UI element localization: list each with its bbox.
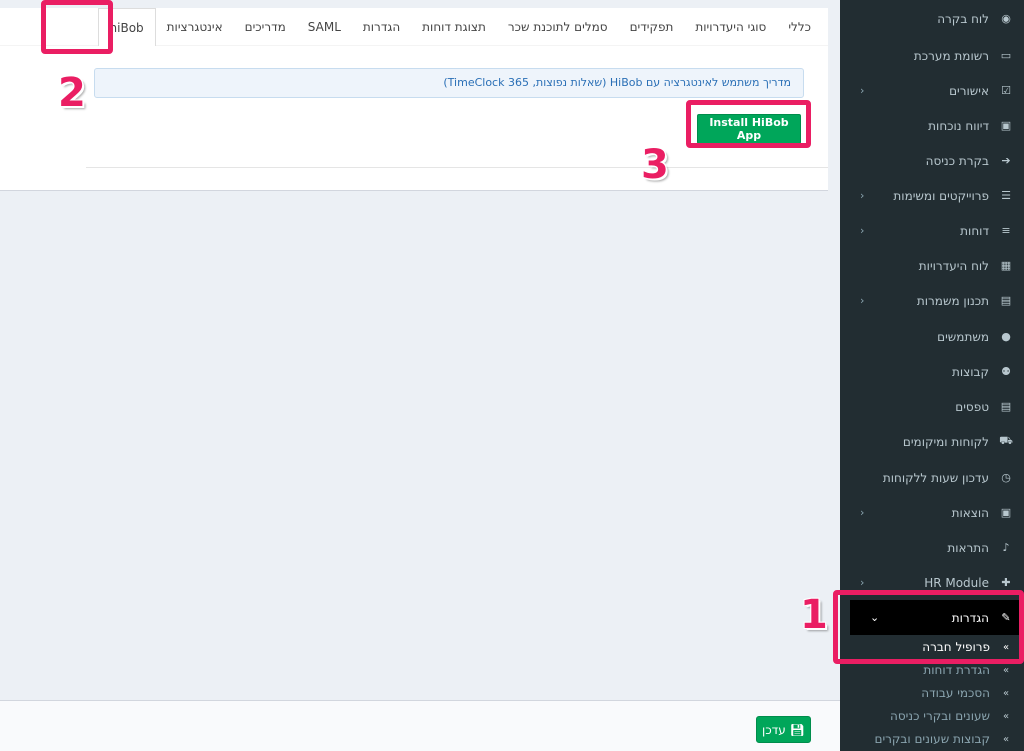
sidebar-item-label: טפסים <box>955 399 989 414</box>
sidebar-item-1[interactable]: ▭ רשומת מערכת <box>840 38 1024 73</box>
tab-4[interactable]: תצוגת דוחות <box>411 8 497 46</box>
sidebar-item-label: תכנון משמרות <box>916 293 989 308</box>
cart-icon: ⛟ <box>999 434 1013 447</box>
annotation-number-3: 3 <box>641 142 669 188</box>
sidebar-item-0[interactable]: ◉ לוח בקרה <box>840 1 1024 36</box>
divider <box>86 167 828 168</box>
tab-2[interactable]: תפקידים <box>619 8 685 46</box>
double-chevron-icon: » <box>1002 733 1010 745</box>
sidebar-item-label: HR Module <box>924 575 989 590</box>
sidebar-item-label: לוח בקרה <box>937 11 989 26</box>
annotation-highlight-hibob-tab <box>41 0 113 54</box>
settings-tabs: כללי סוגי היעדרויות תפקידים סמלים לתוכנת שכ… <box>0 7 828 46</box>
double-chevron-icon: » <box>1002 687 1010 699</box>
sidebar-item-15[interactable]: ♪ התראות <box>840 530 1024 565</box>
tab-0[interactable]: כללי <box>777 8 822 46</box>
sidebar-subitem-4[interactable]: » קבוצות שעונים ובקרים <box>840 728 1024 750</box>
sidebar-item-label: לוח היעדרויות <box>918 258 989 273</box>
sidebar-item-10[interactable]: ⚉ קבוצות <box>840 354 1024 389</box>
hibob-guide-link[interactable]: מדריך משתמש לאינטגרציה עם HiBob (שאלות נ… <box>94 68 804 98</box>
tab-8[interactable]: אינטגרציות <box>156 8 234 46</box>
sidebar-item-label: עדכון שעות ללקוחות <box>882 470 989 485</box>
sidebar-item-label: רשומת מערכת <box>913 48 989 63</box>
double-chevron-icon: » <box>1002 710 1010 722</box>
chevron-left-icon: ‹ <box>860 506 865 519</box>
sidebar-item-label: התראות <box>947 540 989 555</box>
table-icon: ▤ <box>1000 294 1012 307</box>
sidebar-item-label: פרוייקטים ומשימות <box>893 188 989 203</box>
sidebar-item-7[interactable]: ▦ לוח היעדרויות <box>840 248 1024 283</box>
sidebar-subitem-label: שעונים ובקרי כניסה <box>889 709 990 723</box>
tab-1[interactable]: סוגי היעדרויות <box>684 8 777 46</box>
annotation-highlight-install-button <box>686 100 811 148</box>
sidebar-item-label: הוצאות <box>951 505 989 520</box>
annotation-number-1: 1 <box>800 592 828 638</box>
chevron-left-icon: ‹ <box>860 576 865 589</box>
tab-5[interactable]: הגדרות <box>352 8 411 46</box>
double-chevron-icon: » <box>1002 664 1010 676</box>
sidebar-item-8[interactable]: ▤ תכנון משמרות ‹ <box>840 283 1024 318</box>
clock-icon: ◷ <box>1001 471 1011 484</box>
user-icon: ● <box>1001 330 1011 343</box>
save-icon: 💾︎ <box>789 722 805 737</box>
sidebar-item-2[interactable]: ☑ אישורים ‹ <box>840 73 1024 108</box>
bell-icon: ♪ <box>1002 541 1010 554</box>
update-button-label: עדכן <box>762 722 786 737</box>
sidebar-item-13[interactable]: ◷ עדכון שעות ללקוחות <box>840 460 1024 495</box>
sidebar-item-3[interactable]: ▣ דיווח נוכחות <box>840 108 1024 143</box>
sidebar-item-12[interactable]: ⛟ לקוחות ומיקומים <box>840 424 1024 459</box>
sidebar-item-6[interactable]: ≡ דוחות ‹ <box>840 213 1024 248</box>
sidebar-subitem-label: הסכמי עבודה <box>921 686 990 700</box>
user-plus-icon: ✚ <box>1001 576 1011 589</box>
sidebar-subitem-label: קבוצות שעונים ובקרים <box>874 732 991 746</box>
chevron-left-icon: ‹ <box>860 189 865 202</box>
money-icon: ▣ <box>1000 506 1012 519</box>
sidebar-item-9[interactable]: ● משתמשים <box>840 319 1024 354</box>
sidebar-item-5[interactable]: ☰ פרוייקטים ומשימות ‹ <box>840 178 1024 213</box>
file-icon: ▤ <box>1000 400 1012 413</box>
chevron-left-icon: ‹ <box>860 84 865 97</box>
chevron-left-icon: ‹ <box>860 294 865 307</box>
sidebar-item-label: לקוחות ומיקומים <box>902 434 989 449</box>
tab-7[interactable]: מדריכים <box>234 8 297 46</box>
sidebar-subitem-label: הגדרת דוחות <box>923 663 990 677</box>
sign-in-icon: ➔ <box>1001 154 1011 167</box>
inbox-icon: ▭ <box>1000 49 1012 62</box>
sidebar-item-label: דוחות <box>960 223 989 238</box>
sidebar-item-label: דיווח נוכחות <box>928 118 989 133</box>
calendar-icon: ▣ <box>1000 119 1012 132</box>
check-square-icon: ☑ <box>1001 84 1011 97</box>
sidebar-subitem-3[interactable]: » שעונים ובקרי כניסה <box>840 705 1024 727</box>
users-icon: ⚉ <box>1001 365 1011 378</box>
sidebar-item-4[interactable]: ➔ בקרת כניסה <box>840 143 1024 178</box>
sidebar-item-14[interactable]: ▣ הוצאות ‹ <box>840 495 1024 530</box>
annotation-highlight-settings-menu <box>833 590 1024 664</box>
update-button[interactable]: 💾︎ עדכן <box>756 716 811 743</box>
sidebar-item-label: אישורים <box>949 83 989 98</box>
tasks-icon: ☰ <box>1001 189 1011 202</box>
list-icon: ≡ <box>1001 224 1011 237</box>
calendar-grid-icon: ▦ <box>1000 259 1012 272</box>
sidebar-item-11[interactable]: ▤ טפסים <box>840 389 1024 424</box>
annotation-number-2: 2 <box>58 70 86 116</box>
sidebar-item-label: קבוצות <box>952 364 989 379</box>
dashboard-icon: ◉ <box>1001 12 1011 25</box>
tab-3[interactable]: סמלים לתוכנת שכר <box>497 8 619 46</box>
sidebar-item-label: משתמשים <box>937 329 989 344</box>
sidebar-subitem-2[interactable]: » הסכמי עבודה <box>840 682 1024 704</box>
sidebar-item-label: בקרת כניסה <box>925 153 989 168</box>
footer-bar <box>0 700 840 751</box>
tab-6[interactable]: SAML <box>297 8 352 46</box>
chevron-left-icon: ‹ <box>860 224 865 237</box>
